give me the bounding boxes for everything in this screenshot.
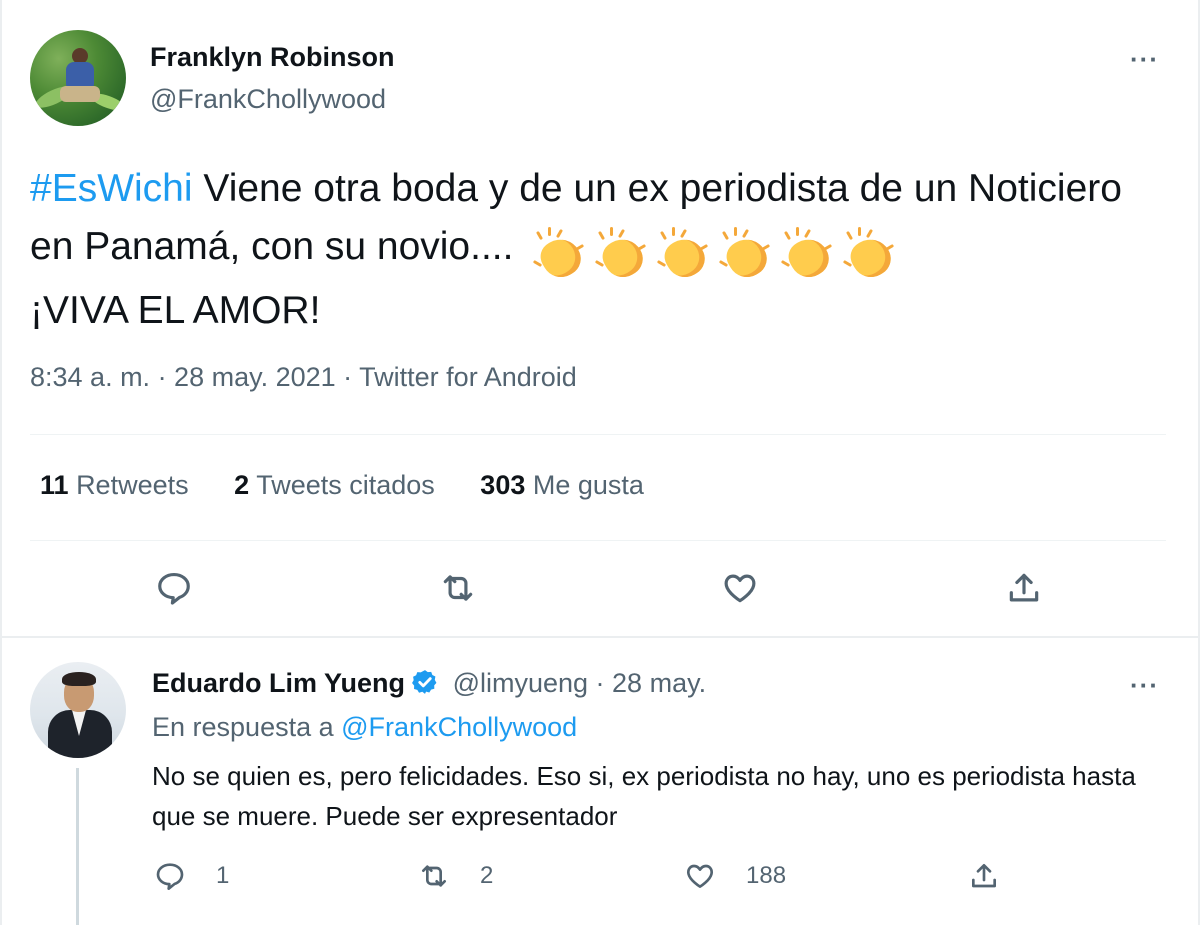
frame-left-border <box>0 0 2 925</box>
in-reply-to-label: En respuesta a <box>152 712 334 742</box>
more-options-icon[interactable]: ··· <box>1130 46 1159 72</box>
author-name[interactable]: Franklyn Robinson <box>150 42 395 73</box>
clapping-hands-emoji-icon <box>657 226 712 284</box>
tweet-text-closing: ¡VIVA EL AMOR! <box>30 289 321 332</box>
in-reply-to: En respuesta a @FrankChollywood <box>152 712 577 743</box>
reply-icon <box>156 863 184 890</box>
mention-link[interactable]: @FrankChollywood <box>341 712 577 742</box>
reply-author-avatar[interactable] <box>30 662 126 758</box>
retweets-stat[interactable]: 11 Retweets <box>40 470 189 500</box>
reply-share-button[interactable] <box>968 860 1000 892</box>
clapping-hands-emoji-icon <box>719 226 774 284</box>
clapping-hands-emoji-icon <box>533 226 588 284</box>
clapping-hands-emoji-icon <box>843 226 898 284</box>
divider <box>30 540 1166 541</box>
quote-tweets-stat[interactable]: 2 Tweets citados <box>234 470 435 500</box>
reply-icon[interactable] <box>152 566 196 610</box>
clapping-hands-emoji-icon <box>781 226 836 284</box>
reply-reply-button[interactable]: 1 <box>154 860 229 892</box>
reply-header: Eduardo Lim Yueng @limyueng · 28 may. <box>152 668 706 703</box>
reply-text: No se quien es, pero felicidades. Eso si… <box>152 761 1136 831</box>
divider <box>30 434 1166 435</box>
tweet-separator <box>0 636 1200 638</box>
author-handle[interactable]: @FrankChollywood <box>150 84 386 115</box>
retweet-count: 2 <box>480 862 494 889</box>
reply-retweet-button[interactable]: 2 <box>418 860 493 892</box>
tweet-timestamp[interactable]: 8:34 a. m. · 28 may. 2021 · Twitter for … <box>30 362 577 393</box>
clapping-hands-emoji-row <box>533 224 906 284</box>
like-icon <box>686 864 714 888</box>
tweet-stats: 11 Retweets 2 Tweets citados 303 Me gust… <box>40 470 682 501</box>
retweet-icon <box>422 865 446 887</box>
clapping-hands-emoji-icon <box>595 226 650 284</box>
reply-author-handle[interactable]: @limyueng <box>453 668 588 698</box>
like-count: 188 <box>746 862 787 889</box>
reply-date[interactable]: · 28 may. <box>596 668 707 698</box>
retweet-icon[interactable] <box>436 566 480 610</box>
share-icon <box>972 864 996 888</box>
verified-badge-icon <box>411 668 439 703</box>
reply-more-options-icon[interactable]: ··· <box>1130 672 1159 698</box>
hashtag-link[interactable]: #EsWichi <box>30 167 193 210</box>
reply-author-name[interactable]: Eduardo Lim Yueng <box>152 668 405 698</box>
reply-like-button[interactable]: 188 <box>684 860 786 892</box>
reply-count: 1 <box>216 862 230 889</box>
share-icon[interactable] <box>1002 566 1046 610</box>
thread-line <box>76 768 79 925</box>
likes-stat[interactable]: 303 Me gusta <box>480 470 644 500</box>
tweet-text: #EsWichi Viene otra boda y de un ex peri… <box>30 160 1170 340</box>
author-avatar[interactable] <box>30 30 126 126</box>
like-icon[interactable] <box>718 566 762 610</box>
